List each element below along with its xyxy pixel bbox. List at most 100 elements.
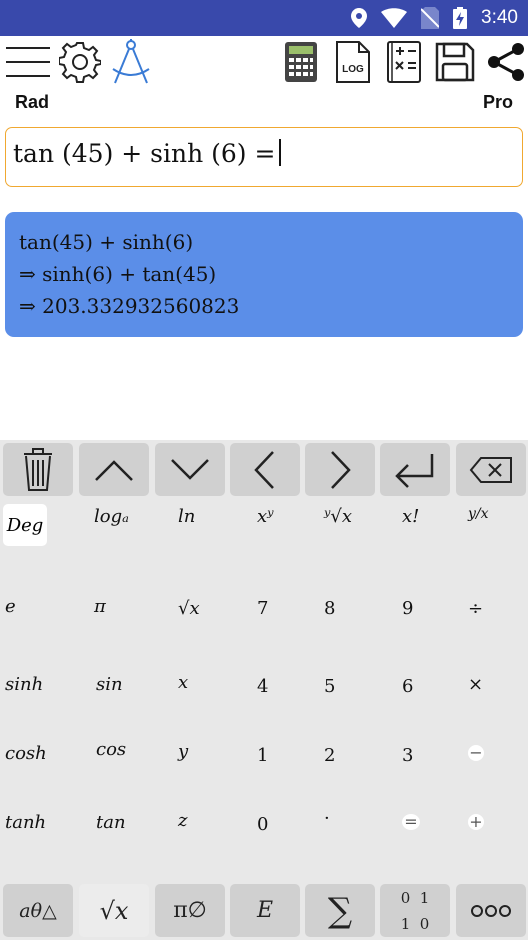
key-label: 4 xyxy=(257,676,269,697)
key-label: + xyxy=(468,812,484,831)
digit-8-key[interactable]: 8 xyxy=(322,590,392,646)
key-label: × xyxy=(468,674,484,695)
digit-7-key[interactable]: 7 xyxy=(255,590,325,646)
down-arrow-icon xyxy=(171,458,209,480)
gear-icon xyxy=(59,42,101,83)
key-label: ÷ xyxy=(468,598,484,619)
geometry-button[interactable] xyxy=(109,39,153,84)
sinh-key[interactable]: sinh xyxy=(3,668,73,724)
constants-button[interactable]: π∅ xyxy=(155,884,225,937)
decimal-point-key[interactable]: · xyxy=(322,800,392,856)
left-arrow-icon xyxy=(254,450,274,489)
divide-key[interactable]: ÷ xyxy=(466,590,528,646)
backspace-button[interactable] xyxy=(456,443,526,496)
key-label: tanh xyxy=(5,812,47,833)
up-arrow-icon xyxy=(95,459,133,481)
key-label: 8 xyxy=(324,598,336,619)
nth-root-key[interactable]: ʸ√x xyxy=(322,500,392,556)
clear-button[interactable] xyxy=(3,443,73,496)
key-label: − xyxy=(468,743,484,762)
greek-letters-button[interactable]: aθ△ xyxy=(3,884,73,937)
tan-key[interactable]: tan xyxy=(94,806,164,862)
power-key[interactable]: xʸ xyxy=(255,500,325,556)
share-icon xyxy=(488,43,524,81)
calculator-button[interactable] xyxy=(279,40,323,84)
fraction-key[interactable]: y/x xyxy=(466,500,528,556)
calculator-icon xyxy=(285,42,317,82)
edition-label[interactable]: Pro xyxy=(483,92,513,113)
menu-button[interactable] xyxy=(6,40,50,84)
key-label: √x xyxy=(178,598,200,619)
deg-toggle-button[interactable]: Deg xyxy=(3,504,47,546)
digit-5-key[interactable]: 5 xyxy=(322,668,392,724)
key-label: 5 xyxy=(324,676,336,697)
e-notation-button[interactable]: E xyxy=(230,884,300,937)
wifi-icon xyxy=(381,8,408,28)
clock: 3:40 xyxy=(481,7,518,28)
result-panel[interactable]: tan(45) + sinh(6) ⇒ sinh(6) + tan(45) ⇒ … xyxy=(5,212,523,337)
multiply-key[interactable]: × xyxy=(466,666,528,722)
key-label: 1 xyxy=(257,745,269,766)
e-key[interactable]: e xyxy=(3,590,73,646)
sum-button[interactable]: ∑ xyxy=(305,884,375,937)
factorial-key[interactable]: x! xyxy=(400,500,470,556)
settings-button[interactable] xyxy=(58,40,102,84)
tanh-key[interactable]: tanh xyxy=(3,806,73,862)
key-label: 7 xyxy=(257,598,269,619)
result-line: tan(45) + sinh(6) xyxy=(19,230,194,254)
matrix-button[interactable]: 0 1 1 0 xyxy=(380,884,450,937)
log-a-key[interactable]: logₐ xyxy=(92,500,162,556)
pi-key[interactable]: π xyxy=(92,590,162,646)
var-y-key[interactable]: y xyxy=(176,735,246,791)
cos-key[interactable]: cos xyxy=(94,733,164,789)
angle-mode-label[interactable]: Rad xyxy=(15,92,49,113)
roots-panel-button[interactable]: √x xyxy=(79,884,149,937)
matrix-bottom-label: 1 0 xyxy=(400,914,430,933)
key-label: sin xyxy=(96,674,123,695)
left-button[interactable] xyxy=(230,443,300,496)
digit-9-key[interactable]: 9 xyxy=(400,590,470,646)
digit-0-key[interactable]: 0 xyxy=(255,806,325,862)
down-button[interactable] xyxy=(155,443,225,496)
key-label: logₐ xyxy=(94,506,129,527)
key-label: e xyxy=(5,596,16,617)
more-button[interactable] xyxy=(456,884,526,937)
var-x-key[interactable]: x xyxy=(176,666,246,722)
cosh-key[interactable]: cosh xyxy=(3,737,73,793)
share-button[interactable] xyxy=(484,40,528,84)
digit-2-key[interactable]: 2 xyxy=(322,737,392,793)
digit-3-key[interactable]: 3 xyxy=(400,737,470,793)
minus-key[interactable]: − xyxy=(466,737,528,793)
key-label: z xyxy=(178,810,188,831)
right-button[interactable] xyxy=(305,443,375,496)
enter-icon xyxy=(395,453,434,488)
sqrt-key[interactable]: √x xyxy=(176,592,246,648)
save-button[interactable] xyxy=(433,40,477,84)
digit-1-key[interactable]: 1 xyxy=(255,737,325,793)
right-arrow-icon xyxy=(331,450,351,489)
result-line: ⇒ 203.332932560823 xyxy=(19,294,240,318)
equals-key[interactable]: = xyxy=(400,806,470,862)
text-caret xyxy=(279,139,282,166)
up-button[interactable] xyxy=(79,443,149,496)
digit-4-key[interactable]: 4 xyxy=(255,668,325,724)
key-label: 3 xyxy=(402,745,414,766)
plus-key[interactable]: + xyxy=(466,806,528,862)
expression-text: tan (45) + sinh (6) = xyxy=(13,139,276,168)
var-z-key[interactable]: z xyxy=(176,804,246,860)
key-label: · xyxy=(324,808,330,829)
ln-key[interactable]: ln xyxy=(176,500,246,556)
compass-icon xyxy=(112,39,150,84)
enter-button[interactable] xyxy=(380,443,450,496)
no-sim-icon xyxy=(421,7,440,29)
key-label: x xyxy=(178,672,189,693)
expression-input[interactable]: tan (45) + sinh (6) = xyxy=(5,127,523,187)
log-button[interactable]: LOG xyxy=(331,40,375,84)
formula-book-button[interactable] xyxy=(382,40,426,84)
log-label: LOG xyxy=(342,64,364,75)
menu-icon xyxy=(6,47,50,77)
key-label: ʸ√x xyxy=(324,506,353,527)
formula-book-icon xyxy=(387,41,421,83)
digit-6-key[interactable]: 6 xyxy=(400,668,470,724)
sin-key[interactable]: sin xyxy=(94,668,164,724)
